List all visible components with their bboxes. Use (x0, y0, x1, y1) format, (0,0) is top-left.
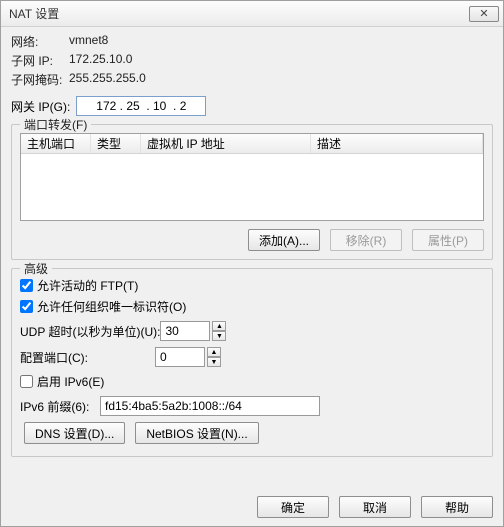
enable-ipv6-row: 启用 IPv6(E) (20, 373, 484, 390)
titlebar: NAT 设置 ✕ (1, 1, 503, 27)
gateway-row: 网关 IP(G): (11, 96, 493, 116)
advanced-legend: 高级 (20, 260, 52, 277)
properties-button: 属性(P) (412, 229, 484, 251)
allow-active-ftp-row: 允许活动的 FTP(T) (20, 277, 484, 294)
dialog-title: NAT 设置 (9, 5, 469, 22)
table-header: 主机端口 类型 虚拟机 IP 地址 描述 (21, 134, 483, 154)
gateway-input[interactable] (76, 96, 206, 116)
udp-timeout-row: UDP 超时(以秒为单位)(U): ▲ ▼ (20, 321, 484, 341)
subnet-ip-label: 子网 IP: (11, 52, 69, 69)
subnet-mask-value: 255.255.255.0 (69, 71, 146, 88)
config-port-input[interactable] (155, 347, 205, 367)
close-icon: ✕ (479, 7, 488, 20)
gateway-label: 网关 IP(G): (11, 98, 70, 115)
subnet-mask-label: 子网掩码: (11, 71, 69, 88)
ok-button[interactable]: 确定 (257, 496, 329, 518)
col-vm-ip[interactable]: 虚拟机 IP 地址 (141, 134, 311, 153)
advanced-group: 高级 允许活动的 FTP(T) 允许任何组织唯一标识符(O) UDP 超时(以秒… (11, 268, 493, 457)
remove-button: 移除(R) (330, 229, 402, 251)
config-port-label: 配置端口(C): (20, 349, 155, 366)
allow-active-ftp-checkbox[interactable] (20, 279, 33, 292)
add-button[interactable]: 添加(A)... (248, 229, 320, 251)
ipv6-prefix-row: IPv6 前缀(6): (20, 396, 484, 416)
udp-timeout-spinner: ▲ ▼ (212, 321, 226, 341)
network-label: 网络: (11, 33, 69, 50)
allow-oui-label[interactable]: 允许任何组织唯一标识符(O) (37, 298, 186, 315)
network-value: vmnet8 (69, 33, 108, 50)
udp-timeout-input[interactable] (160, 321, 210, 341)
udp-timeout-label: UDP 超时(以秒为单位)(U): (20, 323, 160, 340)
col-host-port[interactable]: 主机端口 (21, 134, 91, 153)
ipv6-prefix-label: IPv6 前缀(6): (20, 398, 100, 415)
col-description[interactable]: 描述 (311, 134, 483, 153)
netbios-settings-button[interactable]: NetBIOS 设置(N)... (135, 422, 258, 444)
dialog-content: 网络: vmnet8 子网 IP: 172.25.10.0 子网掩码: 255.… (1, 27, 503, 490)
network-row: 网络: vmnet8 (11, 33, 493, 50)
col-type[interactable]: 类型 (91, 134, 141, 153)
config-port-spinner: ▲ ▼ (207, 347, 221, 367)
config-port-up[interactable]: ▲ (207, 347, 221, 357)
port-forward-table[interactable]: 主机端口 类型 虚拟机 IP 地址 描述 (20, 133, 484, 221)
enable-ipv6-checkbox[interactable] (20, 375, 33, 388)
allow-active-ftp-label[interactable]: 允许活动的 FTP(T) (37, 277, 138, 294)
close-button[interactable]: ✕ (469, 6, 499, 22)
cancel-button[interactable]: 取消 (339, 496, 411, 518)
udp-timeout-down[interactable]: ▼ (212, 331, 226, 341)
help-button[interactable]: 帮助 (421, 496, 493, 518)
port-forward-group: 端口转发(F) 主机端口 类型 虚拟机 IP 地址 描述 添加(A)... 移除… (11, 124, 493, 260)
allow-oui-row: 允许任何组织唯一标识符(O) (20, 298, 484, 315)
enable-ipv6-label[interactable]: 启用 IPv6(E) (37, 373, 104, 390)
port-forward-buttons: 添加(A)... 移除(R) 属性(P) (20, 229, 484, 251)
udp-timeout-up[interactable]: ▲ (212, 321, 226, 331)
dns-settings-button[interactable]: DNS 设置(D)... (24, 422, 125, 444)
subnet-ip-value: 172.25.10.0 (69, 52, 132, 69)
advanced-buttons: DNS 设置(D)... NetBIOS 设置(N)... (24, 422, 484, 444)
subnet-mask-row: 子网掩码: 255.255.255.0 (11, 71, 493, 88)
config-port-down[interactable]: ▼ (207, 357, 221, 367)
config-port-row: 配置端口(C): ▲ ▼ (20, 347, 484, 367)
port-forward-legend: 端口转发(F) (20, 116, 91, 133)
nat-settings-dialog: NAT 设置 ✕ 网络: vmnet8 子网 IP: 172.25.10.0 子… (0, 0, 504, 527)
ipv6-prefix-input[interactable] (100, 396, 320, 416)
dialog-footer: 确定 取消 帮助 (1, 490, 503, 526)
subnet-ip-row: 子网 IP: 172.25.10.0 (11, 52, 493, 69)
allow-oui-checkbox[interactable] (20, 300, 33, 313)
